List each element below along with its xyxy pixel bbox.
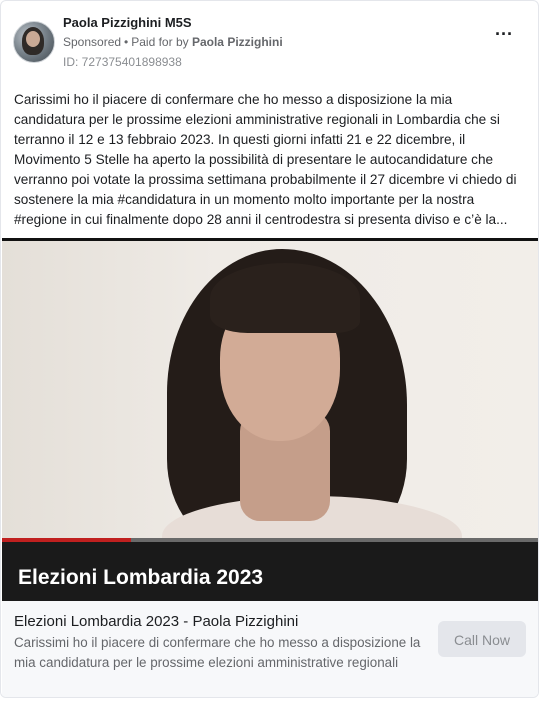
ad-card: Paola Pizzighini M5S Sponsored • Paid for … xyxy=(0,0,539,698)
post-header: Paola Pizzighini M5S Sponsored • Paid for … xyxy=(13,13,526,73)
ad-footer: Elezioni Lombardia 2023 - Paola Pizzighi… xyxy=(2,601,538,697)
sponsored-label: Sponsored xyxy=(63,35,122,49)
page-name[interactable]: Paola Pizzighini M5S xyxy=(63,15,192,30)
separator-dot: • xyxy=(124,35,129,49)
call-now-button[interactable]: Call Now xyxy=(438,621,526,657)
paid-for-name: Paola Pizzighini xyxy=(191,35,283,49)
ad-id: ID: 727375401898938 xyxy=(63,55,182,69)
avatar[interactable] xyxy=(13,21,55,63)
video-overlay-title: Elezioni Lombardia 2023 xyxy=(18,566,264,589)
more-horizontal-icon: ··· xyxy=(495,24,513,44)
video-title-band: Elezioni Lombardia 2023 xyxy=(2,542,538,601)
video-subject-bangs xyxy=(210,263,360,333)
ad-description: Carissimi ho il piacere di confermare ch… xyxy=(14,635,421,670)
more-options-button[interactable]: ··· xyxy=(492,25,516,49)
paid-for-prefix: Paid for by xyxy=(131,35,189,49)
sponsored-line: Sponsored • Paid for by Paola Pizzighini xyxy=(63,35,283,49)
post-body-text: Carissimi ho il piacere di confermare ch… xyxy=(14,92,517,227)
ad-headline[interactable]: Elezioni Lombardia 2023 - Paola Pizzighi… xyxy=(14,613,298,630)
video-player[interactable] xyxy=(2,238,538,546)
avatar-face xyxy=(26,31,40,47)
